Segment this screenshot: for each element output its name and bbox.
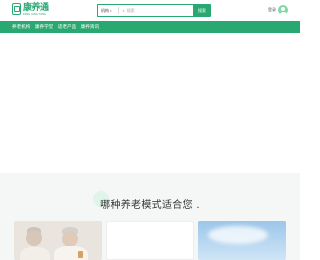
- top-header: 康养通 KANG YANG TONG 机构 ▾ ⌕ 搜索 登录: [0, 0, 300, 21]
- search-scope-select[interactable]: 机构 ▾: [101, 8, 112, 14]
- elderly-man-face: [62, 231, 78, 247]
- logo-subtitle: KANG YANG TONG: [23, 13, 46, 16]
- logo-text: 康养通 KANG YANG TONG: [23, 3, 49, 16]
- main-nav: 养老机构 康养学堂 适老产品 康养资讯: [0, 21, 300, 33]
- nav-item-institutions[interactable]: 养老机构: [12, 24, 30, 30]
- sky-cloud: [208, 226, 268, 244]
- hero-banner: [0, 33, 300, 173]
- search-input[interactable]: [126, 8, 167, 13]
- drink-glass: [78, 251, 83, 258]
- nav-item-academy[interactable]: 康养学堂: [35, 24, 53, 30]
- login-link[interactable]: 登录: [268, 7, 276, 13]
- nav-item-news[interactable]: 康养资讯: [81, 24, 99, 30]
- logo-mark-icon: [12, 3, 21, 15]
- elderly-woman-body: [20, 247, 50, 260]
- avatar-icon[interactable]: [278, 5, 288, 15]
- section-title-text: 哪种养老模式适合您 .: [100, 200, 200, 211]
- section-title: 哪种养老模式适合您 .: [93, 191, 200, 211]
- care-mode-card-institution[interactable]: [198, 221, 286, 260]
- search-bar: 机构 ▾ ⌕ 搜索: [97, 4, 211, 17]
- elderly-woman-face: [26, 230, 42, 246]
- search-divider: [117, 7, 119, 14]
- care-mode-card-home[interactable]: [14, 221, 102, 260]
- logo-name: 康养通: [23, 3, 49, 13]
- search-icon: ⌕: [122, 8, 125, 13]
- login-area[interactable]: 登录: [268, 5, 288, 15]
- search-scope-label: 机构: [101, 7, 109, 13]
- site-logo[interactable]: 康养通 KANG YANG TONG: [12, 3, 49, 16]
- search-button[interactable]: 搜索: [193, 4, 211, 17]
- section-title-wrap: 哪种养老模式适合您 .: [0, 191, 300, 212]
- care-mode-card-community[interactable]: [106, 221, 194, 260]
- chevron-down-icon: ▾: [110, 8, 112, 13]
- search-box: 机构 ▾ ⌕: [97, 4, 193, 17]
- nav-item-products[interactable]: 适老产品: [58, 24, 76, 30]
